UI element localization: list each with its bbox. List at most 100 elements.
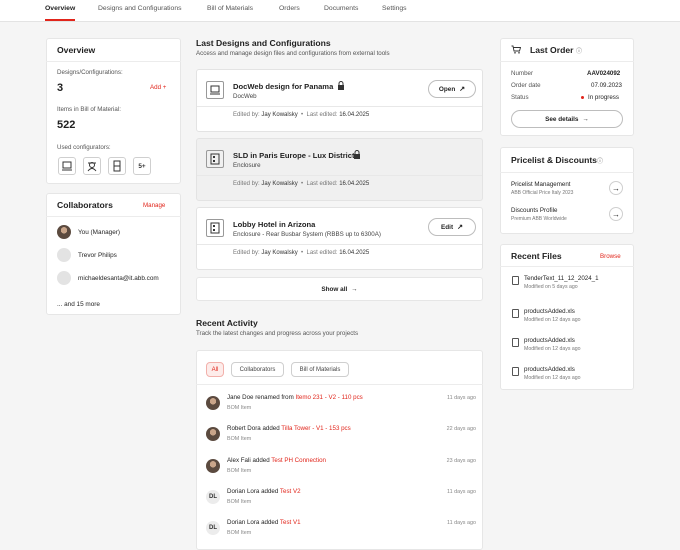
info-icon[interactable]: ⓘ <box>597 156 603 165</box>
cart-icon <box>511 45 522 56</box>
enclosure-icon <box>206 219 224 237</box>
activity-target-link[interactable]: Test V2 <box>280 488 301 495</box>
tab-overview[interactable]: Overview <box>45 5 75 12</box>
manage-collaborators-link[interactable]: Manage <box>143 202 165 209</box>
file-modified: Modified on 5 days ago <box>524 284 578 290</box>
filter-all[interactable]: All <box>206 362 224 377</box>
bom-label: Items in Bill of Material: <box>57 106 121 113</box>
collaborator-name: Trevor Philips <box>78 252 117 259</box>
activity-item[interactable]: DL Dorian Lora added Test V2 BOM Item 11… <box>206 488 476 514</box>
arrow-right-icon: → <box>582 115 589 123</box>
activity-item[interactable]: Robert Dora added Tilla Tower - V1 - 153… <box>206 425 476 451</box>
engineer-configurator-icon[interactable] <box>83 157 101 175</box>
document-icon <box>512 338 519 347</box>
pricelist-management-sub: ABB Official Price Italy 2023 <box>511 190 574 196</box>
tab-bill-of-materials[interactable]: Bill of Materials <box>207 5 253 12</box>
design-meta: Edited by: Jay Kowalsky • Last edited: 1… <box>233 181 370 187</box>
avatar <box>57 225 71 239</box>
design-card-docweb[interactable]: DocWeb design for Panama DocWeb Edited b… <box>196 69 483 132</box>
pricelist-management-arrow-button[interactable]: → <box>609 181 623 195</box>
order-number-label: Number <box>511 70 534 77</box>
avatar <box>206 427 220 441</box>
activity-item[interactable]: DL Dorian Lora added Test V1 BOM Item 11… <box>206 519 476 545</box>
avatar: DL <box>206 490 220 504</box>
file-name[interactable]: productsAdded.xls <box>524 337 575 344</box>
file-name[interactable]: productsAdded.xls <box>524 308 575 315</box>
edit-design-button[interactable]: Edit ↗ <box>428 218 476 236</box>
file-name[interactable]: TenderText_11_12_2024_1 <box>524 275 599 282</box>
design-title: DocWeb design for Panama <box>233 82 334 91</box>
tab-orders[interactable]: Orders <box>279 5 300 12</box>
avatar <box>57 271 71 285</box>
design-tool: Enclosure - Rear Busbar System (RBBS up … <box>233 231 381 238</box>
divider <box>46 216 181 217</box>
more-configurators-badge[interactable]: 5+ <box>133 157 151 175</box>
design-card-lobby-hotel[interactable]: Lobby Hotel in Arizona Enclosure - Rear … <box>196 207 483 270</box>
bom-count: 522 <box>57 119 76 131</box>
design-card-sld-paris[interactable]: SLD in Paris Europe - Lux District Enclo… <box>196 138 483 201</box>
designs-label: Designs/Configurations: <box>57 69 123 76</box>
filter-collaborators[interactable]: Collaborators <box>231 362 284 377</box>
divider <box>500 266 634 267</box>
active-tab-indicator <box>45 19 75 21</box>
document-icon <box>512 367 519 376</box>
tab-settings[interactable]: Settings <box>382 5 407 12</box>
arrow-right-icon: → <box>351 285 358 293</box>
activity-target-link[interactable]: Test V1 <box>280 519 301 526</box>
last-order-title: Last Order <box>530 45 574 55</box>
order-status-value: In progress <box>588 94 619 101</box>
discounts-profile-title: Discounts Profile <box>511 207 558 214</box>
document-icon <box>512 309 519 318</box>
tab-designs-and-configurations[interactable]: Designs and Configurations <box>98 5 182 12</box>
design-title: Lobby Hotel in Arizona <box>233 220 316 229</box>
activity-target-link[interactable]: Itemo 231 - V2 - 110 pcs <box>295 394 362 401</box>
overview-title: Overview <box>57 45 96 55</box>
activity-item[interactable]: Alex Fali added Test PH Connection BOM I… <box>206 457 476 483</box>
activity-section-title: Recent Activity <box>196 318 258 328</box>
add-design-button[interactable]: Add + <box>150 84 166 91</box>
pricelist-management-title: Pricelist Management <box>511 181 571 188</box>
collaborator-email: michaeldesanta@it.abb.com <box>78 275 159 282</box>
divider <box>46 61 181 62</box>
document-icon <box>512 276 519 285</box>
divider <box>500 172 634 173</box>
designs-count: 3 <box>57 82 64 94</box>
lock-icon <box>337 81 345 92</box>
external-link-icon: ↗ <box>459 86 466 93</box>
design-tool: Enclosure <box>233 162 261 169</box>
discounts-profile-arrow-button[interactable]: → <box>609 207 623 221</box>
order-date-value: 07.09.2023 <box>591 82 622 89</box>
activity-item[interactable]: Jane Doe renamed from Itemo 231 - V2 - 1… <box>206 394 476 420</box>
recent-files-title: Recent Files <box>511 251 562 261</box>
file-modified: Modified on 12 days ago <box>524 375 581 381</box>
filter-bill-of-materials[interactable]: Bill of Materials <box>291 362 349 377</box>
activity-target-link[interactable]: Tilla Tower - V1 - 153 pcs <box>281 425 350 432</box>
status-dot <box>581 96 584 99</box>
divider <box>197 106 482 107</box>
file-name[interactable]: productsAdded.xls <box>524 366 575 373</box>
order-date-label: Order date <box>511 82 541 89</box>
more-collaborators-link[interactable]: ... and 15 more <box>57 301 100 308</box>
enclosure-icon <box>206 150 224 168</box>
show-all-button[interactable]: Show all → <box>196 277 483 301</box>
external-link-icon: ↗ <box>457 224 463 231</box>
info-icon[interactable]: ⓘ <box>576 46 582 55</box>
open-design-button[interactable]: Open ↗ <box>428 80 476 98</box>
file-modified: Modified on 12 days ago <box>524 346 581 352</box>
browse-files-link[interactable]: Browse <box>600 253 621 260</box>
file-modified: Modified on 12 days ago <box>524 317 581 323</box>
docweb-icon <box>206 81 224 99</box>
design-tool: DocWeb <box>233 93 257 100</box>
see-details-button[interactable]: See details → <box>511 110 623 128</box>
lock-icon <box>353 150 361 161</box>
divider <box>197 175 482 176</box>
avatar: DL <box>206 521 220 535</box>
enclosure-configurator-icon[interactable] <box>108 157 126 175</box>
tab-documents[interactable]: Documents <box>324 5 358 12</box>
activity-target-link[interactable]: Test PH Connection <box>271 457 326 464</box>
docweb-configurator-icon[interactable] <box>58 157 76 175</box>
collaborators-title: Collaborators <box>57 200 113 210</box>
design-title: SLD in Paris Europe - Lux District <box>233 151 355 160</box>
pricelist-title: Pricelist & Discounts <box>511 155 597 165</box>
divider <box>196 384 483 385</box>
